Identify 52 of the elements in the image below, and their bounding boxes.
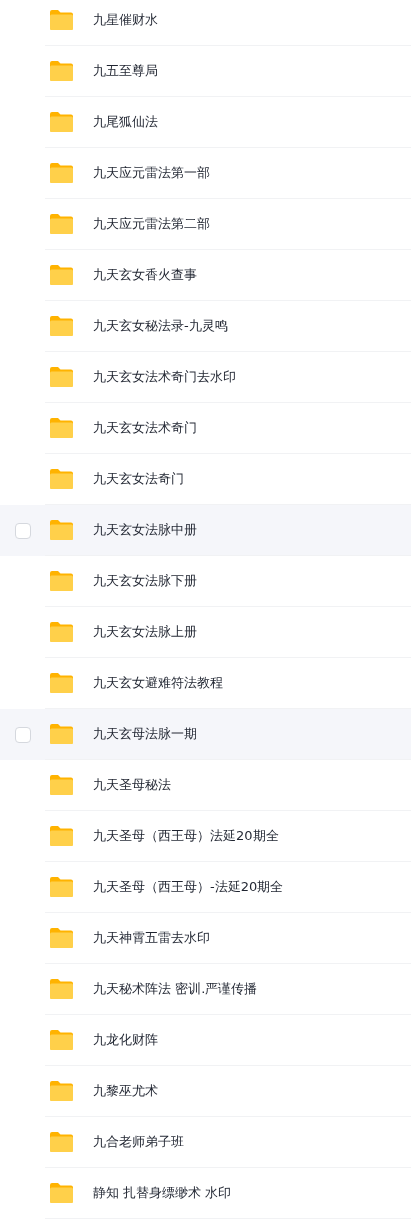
folder-name: 九星催财水 [93,11,158,30]
folder-icon [49,978,74,1000]
folder-icon [49,927,74,949]
folder-name: 九天玄母法脉一期 [93,725,197,744]
folder-name: 九五至尊局 [93,62,158,81]
folder-row[interactable]: 九天玄母法脉一期 [0,709,411,760]
checkbox[interactable] [14,522,31,539]
folder-name: 静知 扎替身缥缈术 水印 [93,1184,232,1203]
folder-name: 九天应元雷法第一部 [93,164,210,183]
folder-icon [49,264,74,286]
folder-name: 九天圣母（西王母）法延20期全 [93,827,279,846]
folder-name: 九尾狐仙法 [93,113,158,132]
folder-icon [49,570,74,592]
folder-name: 九黎巫尤术 [93,1082,158,1101]
folder-icon [49,60,74,82]
folder-icon [49,1182,74,1204]
folder-icon [49,213,74,235]
folder-name: 九天玄女法奇门 [93,470,184,489]
folder-name: 九天玄女法术奇门去水印 [93,368,236,387]
checkbox[interactable] [14,726,31,743]
folder-icon [49,111,74,133]
folder-icon [49,672,74,694]
folder-icon [49,825,74,847]
folder-name: 九天圣母（西王母）-法延20期全 [93,878,284,897]
folder-icon [49,162,74,184]
folder-icon [49,876,74,898]
folder-icon [49,1029,74,1051]
folder-name: 九天玄女香火查事 [93,266,197,285]
folder-name: 九天神霄五雷去水印 [93,929,210,948]
folder-icon [49,468,74,490]
folder-icon [49,9,74,31]
folder-icon [49,417,74,439]
folder-name: 九天玄女避难符法教程 [93,674,223,693]
folder-name: 九合老师弟子班 [93,1133,184,1152]
folder-name: 九天圣母秘法 [93,776,171,795]
folder-icon [49,723,74,745]
folder-name: 九龙化财阵 [93,1031,158,1050]
folder-icon [49,315,74,337]
folder-icon [49,1080,74,1102]
folder-name: 九天玄女法脉上册 [93,623,197,642]
folder-name: 九天应元雷法第二部 [93,215,210,234]
folder-icon [49,366,74,388]
folder-name: 九天秘术阵法 密训.严谨传播 [93,980,258,999]
folder-icon [49,519,74,541]
folder-icon [49,774,74,796]
folder-name: 九天玄女法脉中册 [93,521,197,540]
folder-icon [49,1131,74,1153]
folder-name: 九天玄女法术奇门 [93,419,197,438]
folder-row[interactable]: 九天玄女法脉中册 [0,505,411,556]
folder-name: 九天玄女法脉下册 [93,572,197,591]
folder-icon [49,621,74,643]
folder-name: 九天玄女秘法录-九灵鸣 [93,317,228,336]
